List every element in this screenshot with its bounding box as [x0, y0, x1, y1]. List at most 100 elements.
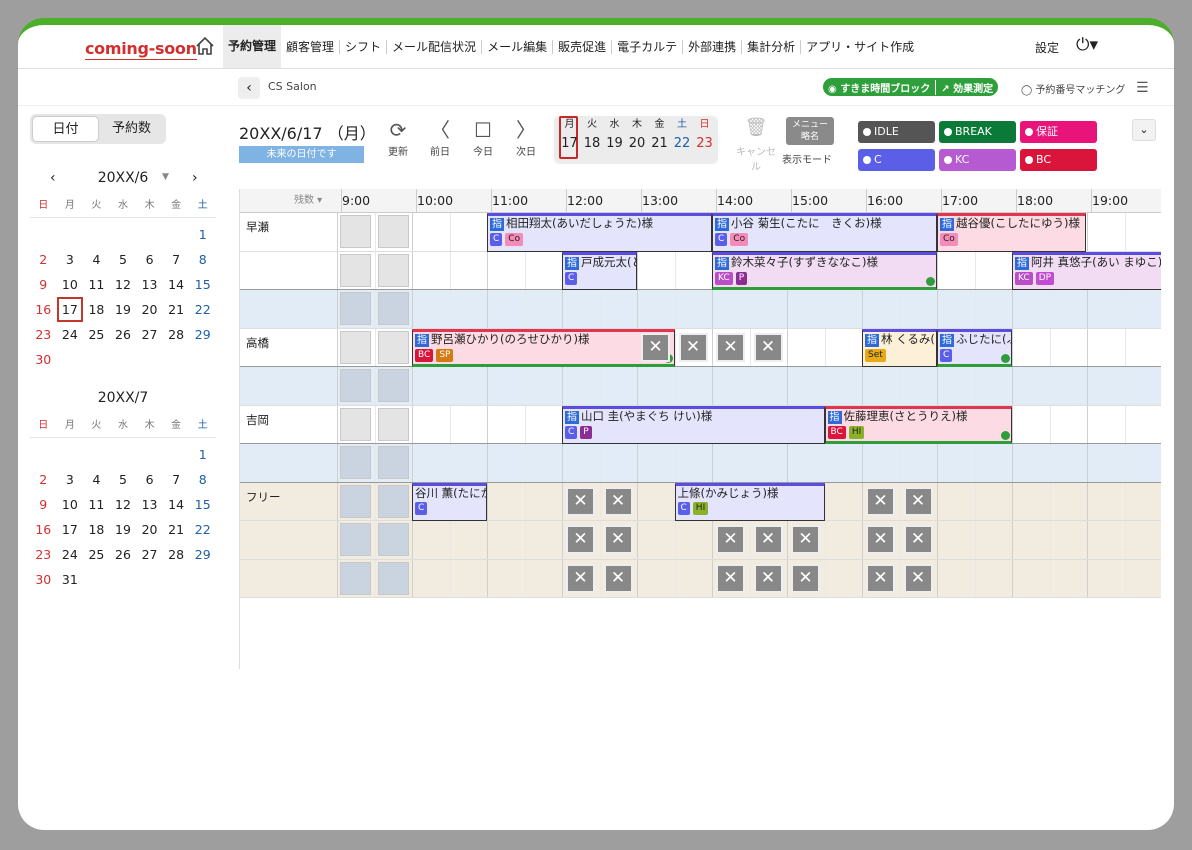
calendar-day[interactable]: 13 — [136, 272, 163, 297]
blocked-cell-icon[interactable]: ✕ — [791, 525, 820, 554]
calendar-day[interactable]: 16 — [30, 297, 57, 322]
reservation-block[interactable]: 指戸成元太(と C — [562, 251, 637, 290]
calendar-day[interactable]: 20 — [136, 517, 163, 542]
calendar-day[interactable]: 10 — [57, 272, 84, 297]
calendar-day[interactable]: 27 — [136, 322, 163, 347]
calendar-day[interactable]: 9 — [30, 272, 57, 297]
nav-item[interactable]: 販売促進 — [553, 39, 613, 54]
calendar-day[interactable]: 19 — [110, 297, 137, 322]
calendar-day[interactable]: 8 — [189, 247, 216, 272]
reservation-block[interactable]: 指山口 圭(やまぐち けい)様 C P — [562, 405, 825, 444]
blocked-cell-icon[interactable]: ✕ — [866, 525, 895, 554]
calendar-day[interactable]: 28 — [163, 542, 190, 567]
weekday-3[interactable]: 木 20 — [627, 116, 648, 154]
calendar-day[interactable]: 15 — [189, 272, 216, 297]
next-month-icon[interactable]: › — [192, 170, 198, 186]
calendar-day[interactable]: 3 — [57, 467, 84, 492]
back-button[interactable]: ‹ — [238, 77, 260, 99]
remaining-label[interactable]: 残数 ▾ — [294, 189, 322, 213]
calendar-day[interactable]: 23 — [30, 322, 57, 347]
menu-icon[interactable]: ☰ — [1136, 80, 1149, 96]
chevron-down-icon[interactable]: ⌄ — [1132, 119, 1156, 141]
blocked-cell-icon[interactable]: ✕ — [866, 563, 895, 593]
calendar-day[interactable]: 29 — [189, 322, 216, 347]
nav-item[interactable]: アプリ・サイト作成 — [801, 40, 919, 54]
nav-item[interactable]: 予約管理 — [223, 25, 282, 68]
calendar-day[interactable]: 2 — [30, 247, 57, 272]
blocked-cell-icon[interactable]: ✕ — [903, 525, 933, 554]
calendar-day[interactable]: 20 — [136, 297, 163, 322]
blocked-cell-icon[interactable]: ✕ — [603, 486, 633, 516]
calendar-day[interactable]: 12 — [110, 492, 137, 517]
calendar-day[interactable]: 29 — [189, 542, 216, 567]
nav-item[interactable]: 顧客管理 — [281, 39, 341, 54]
calendar-day[interactable]: 9 — [30, 492, 57, 517]
nav-item[interactable]: メール編集 — [482, 39, 554, 54]
calendar-day[interactable]: 21 — [163, 297, 190, 322]
nav-item[interactable]: 集計分析 — [742, 39, 802, 54]
weekday-1[interactable]: 火 18 — [582, 116, 603, 154]
power-icon[interactable]: ⏻▾ — [1076, 35, 1098, 55]
calendar-day[interactable]: 26 — [110, 322, 137, 347]
weekday-0[interactable]: 月 17 — [559, 116, 580, 154]
calendar-day[interactable]: 25 — [83, 322, 110, 347]
calendar-day[interactable]: 27 — [136, 542, 163, 567]
weekday-2[interactable]: 水 19 — [604, 116, 625, 154]
nav-item[interactable]: メール配信状況 — [387, 39, 483, 54]
calendar-day[interactable]: 7 — [163, 467, 190, 492]
calendar-day[interactable]: 19 — [110, 517, 137, 542]
blocked-cell-icon[interactable]: ✕ — [641, 332, 670, 362]
weekday-5[interactable]: 土 22 — [672, 116, 693, 154]
blocked-cell-icon[interactable]: ✕ — [753, 332, 783, 362]
blocked-cell-icon[interactable]: ✕ — [566, 525, 595, 554]
legend-BREAK[interactable]: BREAK — [939, 121, 1016, 143]
reservation-block[interactable]: 指越谷優(こしたにゆう)様 Co — [937, 213, 1087, 252]
calendar-day[interactable]: 18 — [83, 517, 110, 542]
reservation-block[interactable]: 指ふじたに(ふ C — [937, 328, 1012, 367]
calendar-day[interactable]: 17 — [56, 297, 84, 322]
blocked-cell-icon[interactable]: ✕ — [903, 563, 933, 593]
matching-link[interactable]: ◯ 予約番号マッチング — [1021, 81, 1125, 96]
prev-month-icon[interactable]: ‹ — [50, 170, 56, 186]
cancel-button[interactable]: 🗑 キャンセル — [736, 117, 776, 173]
blocked-cell-icon[interactable]: ✕ — [566, 486, 595, 516]
legend-BC[interactable]: BC — [1020, 149, 1097, 171]
calendar-day[interactable]: 14 — [163, 272, 190, 297]
reservation-block[interactable]: 指佐藤理恵(さとうりえ)様 BC HI — [824, 405, 1012, 444]
calendar-day[interactable]: 15 — [189, 492, 216, 517]
calendar-day[interactable]: 6 — [136, 247, 163, 272]
nav-item[interactable]: シフト — [340, 39, 388, 54]
calendar-day[interactable]: 18 — [83, 297, 110, 322]
legend-C[interactable]: C — [858, 149, 935, 171]
weekday-4[interactable]: 金 21 — [649, 116, 670, 154]
blocked-cell-icon[interactable]: ✕ — [716, 332, 745, 362]
blocked-cell-icon[interactable]: ✕ — [753, 525, 783, 554]
calendar-day[interactable]: 3 — [57, 247, 84, 272]
blocked-cell-icon[interactable]: ✕ — [603, 525, 633, 554]
calendar-day[interactable]: 24 — [57, 322, 84, 347]
caret-icon[interactable]: ▼ — [162, 172, 169, 182]
reservation-block[interactable]: 指阿井 真悠子(あい まゆこ) KC DP — [1012, 251, 1161, 290]
blocked-cell-icon[interactable]: ✕ — [716, 525, 745, 554]
legend-IDLE[interactable]: IDLE — [858, 121, 935, 143]
tab-date[interactable]: 日付 — [32, 116, 99, 142]
calendar-day[interactable]: 30 — [30, 567, 57, 592]
blocked-cell-icon[interactable]: ✕ — [791, 563, 820, 593]
calendar-day[interactable]: 26 — [110, 542, 137, 567]
nav-item[interactable]: 電子カルテ — [612, 39, 684, 54]
calendar-day[interactable]: 24 — [57, 542, 84, 567]
reservation-block[interactable]: 指鈴木菜々子(すずきななこ)様 KC P — [712, 251, 937, 290]
effect-button[interactable]: ↗ 効果測定 — [935, 79, 998, 95]
tab-reservations[interactable]: 予約数 — [99, 116, 164, 142]
blocked-cell-icon[interactable]: ✕ — [603, 563, 633, 593]
menu-abbr-button[interactable]: メニュー 略名 — [786, 117, 834, 145]
calendar-day[interactable]: 6 — [136, 467, 163, 492]
weekday-6[interactable]: 日 23 — [694, 116, 715, 154]
today-button[interactable]: ☐ 今日 — [463, 117, 503, 158]
calendar-day[interactable]: 8 — [189, 467, 216, 492]
calendar-day[interactable]: 11 — [83, 492, 110, 517]
calendar-day[interactable]: 1 — [189, 222, 216, 247]
nav-item[interactable]: 外部連携 — [683, 39, 743, 54]
reservation-block[interactable]: 指小谷 菊生(こたに きくお)様 C Co — [712, 213, 937, 252]
blocked-cell-icon[interactable]: ✕ — [753, 563, 783, 593]
